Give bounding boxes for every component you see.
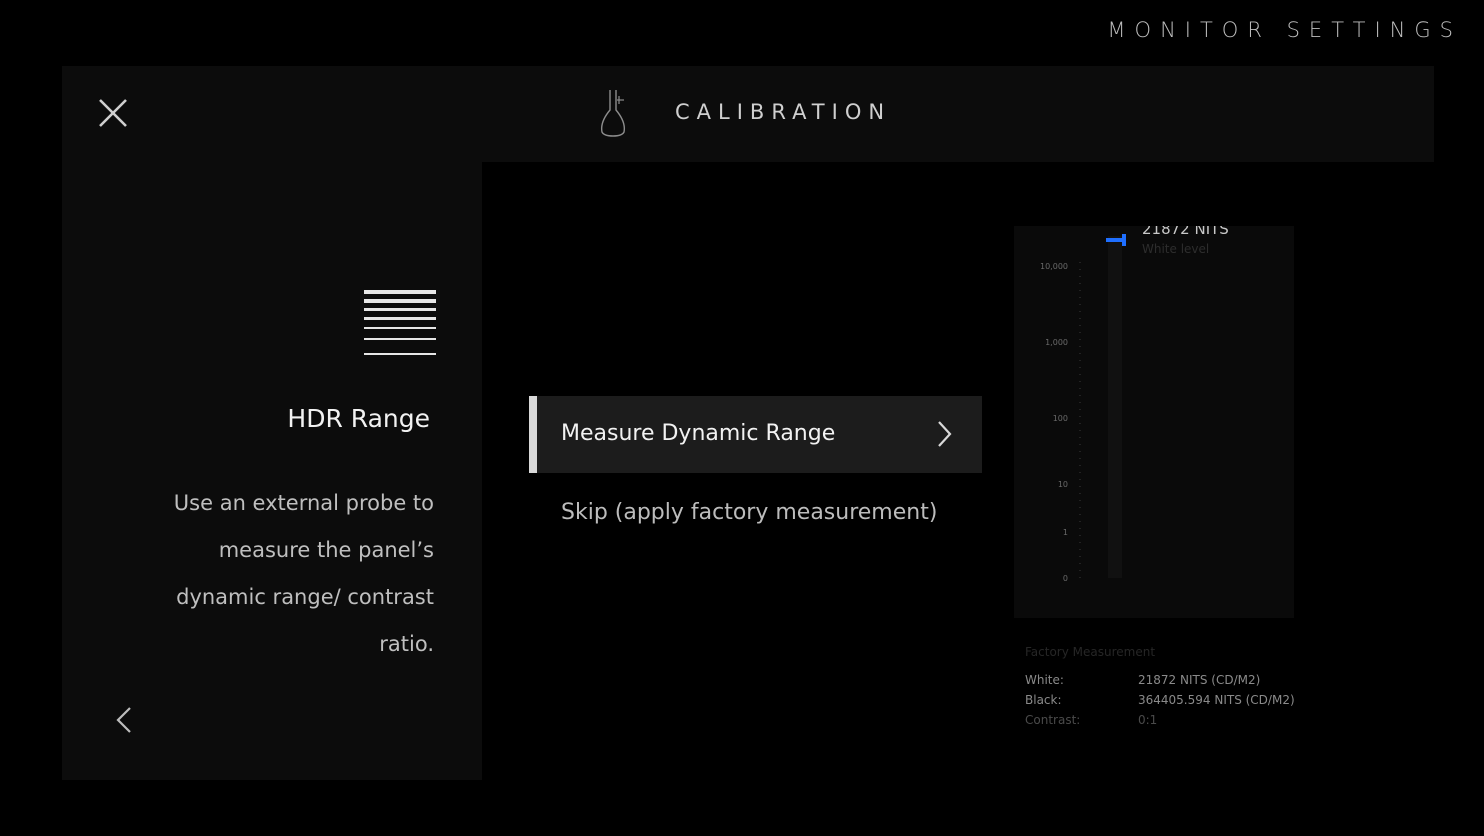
hdr-range-icon	[364, 290, 436, 355]
screen-title: MONITOR SETTINGS	[1107, 18, 1462, 42]
row-key: White:	[1025, 673, 1064, 687]
section-title: HDR Range	[287, 404, 430, 433]
info-panel	[62, 162, 482, 780]
row-key: Black:	[1025, 693, 1062, 707]
tick-label: 1	[1062, 528, 1068, 537]
factory-row-black: Black: 364405.594 NITS (CD/M2)	[1025, 693, 1295, 713]
tick-label: 1,000	[1045, 338, 1068, 347]
tick-label: 0	[1062, 574, 1068, 583]
section-description: Use an external probe to measure the pan…	[173, 491, 434, 656]
chevron-left-icon[interactable]	[110, 702, 138, 738]
luminance-meter: 21872 NITS White level 10,000 1,000 100 …	[1014, 226, 1294, 618]
calibration-probe-icon	[600, 90, 626, 137]
selection-indicator	[529, 396, 537, 473]
menu-item-label: Measure Dynamic Range	[561, 421, 836, 446]
row-value: 21872 NITS (CD/M2)	[1138, 673, 1261, 687]
factory-row-contrast: Contrast: 0:1	[1025, 713, 1158, 733]
header-title: CALIBRATION	[675, 100, 892, 124]
factory-row-white: White: 21872 NITS (CD/M2)	[1025, 673, 1260, 693]
tick-label: 100	[1052, 414, 1068, 423]
row-value: 364405.594 NITS (CD/M2)	[1138, 693, 1295, 707]
menu-item-label: Skip (apply factory measurement)	[561, 500, 938, 525]
tick-label: 10	[1057, 480, 1068, 489]
factory-heading: Factory Measurement	[1025, 645, 1156, 659]
skip-factory-button[interactable]: Skip (apply factory measurement)	[529, 490, 982, 540]
row-key: Contrast:	[1025, 713, 1081, 727]
row-value: 0:1	[1138, 713, 1158, 727]
factory-measurement: Factory Measurement White: 21872 NITS (C…	[1025, 645, 1295, 733]
measure-dynamic-range-button[interactable]: Measure Dynamic Range	[529, 396, 982, 473]
close-icon[interactable]	[96, 96, 130, 130]
chevron-right-icon	[938, 421, 952, 447]
tick-label: 10,000	[1040, 262, 1068, 271]
